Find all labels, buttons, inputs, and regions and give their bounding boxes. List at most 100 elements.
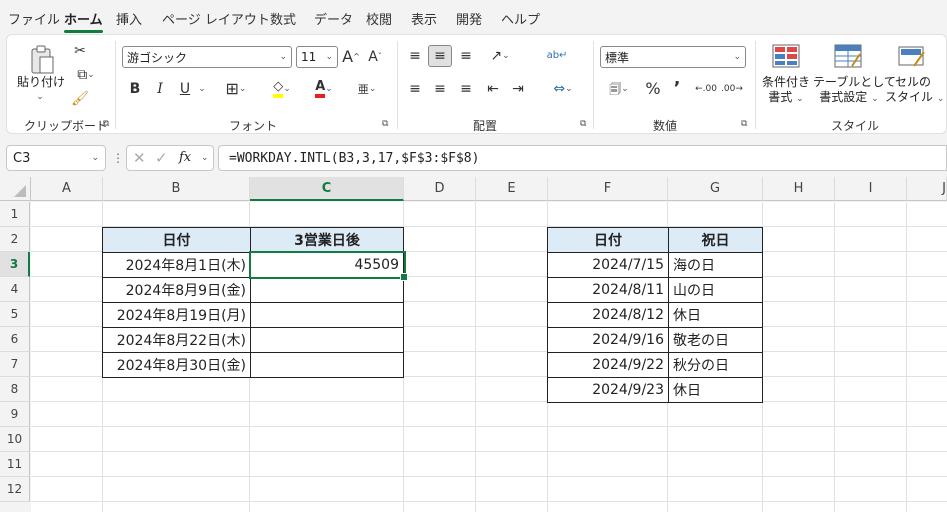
insert-function-button[interactable]: fx (179, 150, 191, 165)
column-header-d[interactable]: D (404, 177, 476, 201)
cell-styles-icon[interactable] (897, 43, 927, 69)
underline-dropdown-icon[interactable]: ⌄ (197, 83, 207, 95)
wrap-text-icon[interactable]: ab↵ (547, 43, 568, 69)
clipboard-launcher-icon[interactable]: ⧉ (103, 119, 109, 129)
table1-cell[interactable] (250, 352, 404, 378)
tab-developer[interactable]: 開発 (456, 9, 482, 28)
table1-cell[interactable] (250, 277, 404, 303)
tab-page-layout[interactable]: ページ レイアウト (162, 9, 270, 28)
underline-button[interactable]: U (177, 79, 193, 99)
table1-cell[interactable]: 2024年8月19日(月) (102, 302, 251, 328)
alignment-launcher-icon[interactable]: ⧉ (580, 119, 586, 129)
row-header[interactable]: 5 (0, 302, 30, 327)
format-as-table-icon[interactable] (833, 43, 863, 69)
cell-styles-button[interactable]: セルの スタイル ⌄ (885, 75, 944, 107)
copy-icon[interactable]: ⧉ ⌄ (69, 65, 103, 85)
tab-file[interactable]: ファイル (8, 9, 60, 28)
table2-cell[interactable]: 海の日 (668, 252, 763, 278)
column-header-i[interactable]: I (835, 177, 907, 201)
italic-button[interactable]: I (152, 79, 168, 99)
accounting-format-icon[interactable]: 🗐 ⌄ (601, 78, 637, 100)
table2-cell[interactable]: 秋分の日 (668, 352, 763, 378)
align-center-icon[interactable]: ≡ (430, 78, 450, 100)
decrease-indent-icon[interactable]: ⇤ (483, 78, 503, 100)
row-header[interactable]: 11 (0, 452, 30, 477)
table2-cell[interactable]: 2024/9/23 (547, 377, 669, 403)
column-header-b[interactable]: B (103, 177, 250, 201)
column-header-g[interactable]: G (668, 177, 763, 201)
column-header-h[interactable]: H (763, 177, 835, 201)
conditional-formatting-button[interactable]: 条件付き 書式 ⌄ (759, 75, 813, 107)
orientation-icon[interactable]: ↗ ⌄ (483, 45, 517, 67)
row-header[interactable]: 9 (0, 402, 30, 427)
table1-cell[interactable]: 45509 (250, 252, 404, 278)
table2-cell[interactable]: 2024/7/15 (547, 252, 669, 278)
table2-header-date[interactable]: 日付 (547, 227, 669, 253)
decrease-decimal-icon[interactable]: .00→ (721, 78, 743, 100)
number-launcher-icon[interactable]: ⧉ (741, 119, 747, 129)
tab-formulas[interactable]: 数式 (270, 9, 296, 28)
align-right-icon[interactable]: ≡ (456, 78, 476, 100)
row-header[interactable]: 6 (0, 327, 30, 352)
shrink-font-icon[interactable]: Aˇ (365, 46, 385, 68)
column-header-a[interactable]: A (31, 177, 103, 201)
cut-icon[interactable]: ✂ (69, 41, 91, 61)
row-header[interactable]: 4 (0, 277, 30, 302)
table2-cell[interactable]: 休日 (668, 302, 763, 328)
table2-cell[interactable]: 山の日 (668, 277, 763, 303)
merge-center-icon[interactable]: ⇔ ⌄ (545, 78, 581, 100)
row-header[interactable]: 1 (0, 202, 30, 227)
font-name-select[interactable]: 游ゴシック ⌄ (122, 46, 292, 68)
table2-cell[interactable]: 休日 (668, 377, 763, 403)
format-as-table-button[interactable]: テーブルとして 書式設定 ⌄ (813, 75, 896, 107)
font-size-select[interactable]: 11 ⌄ (296, 46, 338, 68)
tab-review[interactable]: 校閲 (366, 9, 392, 28)
tab-data[interactable]: データ (314, 9, 353, 28)
more-options-icon[interactable]: ⋮ (112, 151, 124, 165)
column-header-e[interactable]: E (476, 177, 548, 201)
percent-button[interactable]: % (643, 78, 663, 100)
formula-input[interactable]: =WORKDAY.INTL(B3,3,17,$F$3:$F$8) (218, 145, 947, 171)
row-header[interactable]: 7 (0, 352, 30, 377)
column-header-f[interactable]: F (548, 177, 668, 201)
table1-cell[interactable]: 2024年8月22日(木) (102, 327, 251, 353)
table1-header-after3[interactable]: 3営業日後 (250, 227, 404, 253)
table1-cell[interactable]: 2024年8月30日(金) (102, 352, 251, 378)
conditional-formatting-icon[interactable] (771, 43, 801, 69)
tab-help[interactable]: ヘルプ (501, 9, 540, 28)
column-header-c[interactable]: C (250, 177, 404, 201)
table2-cell[interactable]: 2024/9/22 (547, 352, 669, 378)
tab-home[interactable]: ホーム (64, 9, 103, 33)
paste-dropdown-icon[interactable]: ⌄ (35, 92, 45, 102)
increase-decimal-icon[interactable]: ←.00 (695, 78, 717, 100)
format-painter-icon[interactable]: 🖌 (69, 89, 91, 109)
table1-header-date[interactable]: 日付 (102, 227, 251, 253)
table1-cell[interactable] (250, 302, 404, 328)
table1-cell[interactable]: 2024年8月1日(木) (102, 252, 251, 278)
table2-cell[interactable]: 2024/8/11 (547, 277, 669, 303)
tab-view[interactable]: 表示 (411, 9, 437, 28)
select-all-corner[interactable] (0, 177, 31, 201)
table2-header-holiday[interactable]: 祝日 (668, 227, 763, 253)
align-left-icon[interactable]: ≡ (405, 78, 425, 100)
row-header[interactable]: 12 (0, 477, 30, 502)
font-launcher-icon[interactable]: ⧉ (382, 119, 388, 129)
row-header[interactable]: 2 (0, 227, 30, 252)
chevron-down-icon[interactable]: ⌄ (201, 153, 209, 163)
name-box[interactable]: C3 ⌄ (6, 145, 106, 171)
bold-button[interactable]: B (127, 79, 143, 99)
column-header-j[interactable]: J (907, 177, 947, 201)
paste-button[interactable]: 貼り付け (17, 75, 65, 90)
phonetic-icon[interactable]: 亜 ⌄ (349, 78, 385, 100)
table2-cell[interactable]: 2024/9/16 (547, 327, 669, 353)
fill-color-icon[interactable]: ◇ ⌄ (263, 78, 301, 100)
align-top-icon[interactable]: ≡ (405, 45, 425, 67)
align-middle-icon[interactable]: ≡ (428, 45, 452, 67)
enter-icon[interactable]: ✓ (155, 149, 168, 167)
font-color-icon[interactable]: A ⌄ (305, 78, 343, 100)
row-header[interactable]: 8 (0, 377, 30, 402)
row-header[interactable]: 3 (0, 252, 30, 277)
borders-icon[interactable]: ⊞ ⌄ (219, 78, 253, 100)
table1-cell[interactable] (250, 327, 404, 353)
table2-cell[interactable]: 敬老の日 (668, 327, 763, 353)
